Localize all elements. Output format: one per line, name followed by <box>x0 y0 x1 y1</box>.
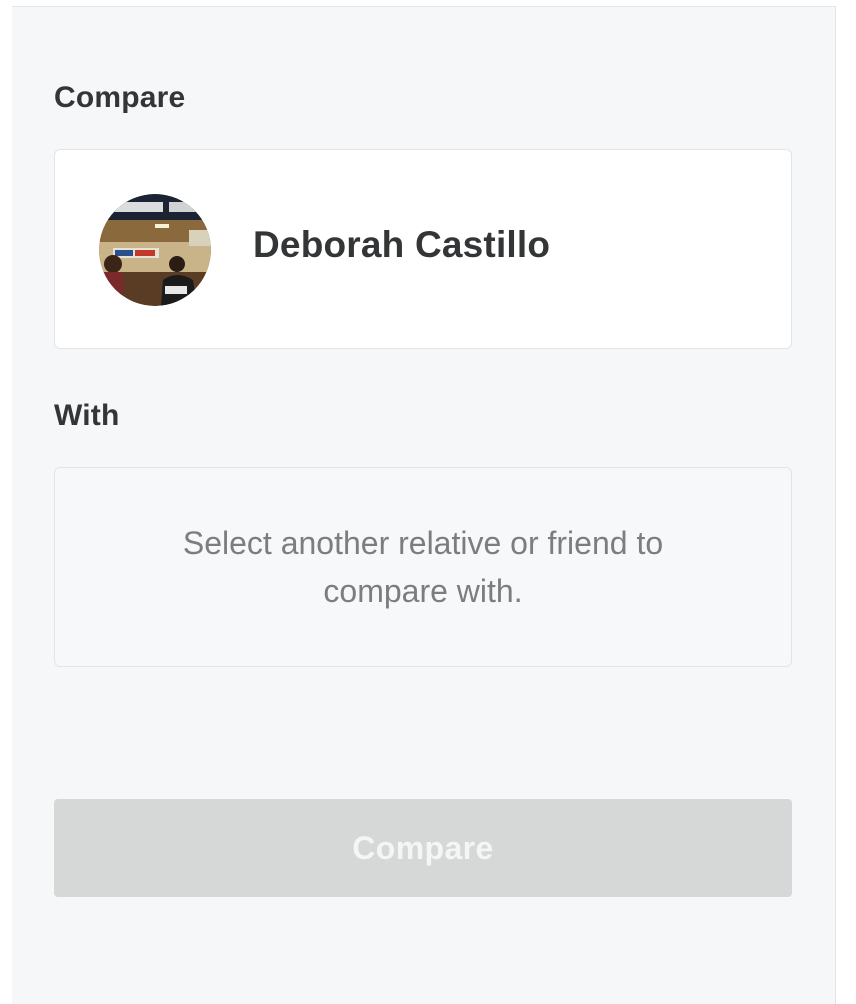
person-photo-avatar-icon <box>99 194 211 306</box>
compare-section-label: Compare <box>54 81 186 114</box>
avatar-photo <box>99 194 211 306</box>
selected-person-card[interactable]: Deborah Castillo <box>54 149 792 349</box>
compare-button[interactable]: Compare <box>54 799 792 897</box>
with-section-label: With <box>54 399 120 432</box>
select-person-placeholder-text: Select another relative or friend to com… <box>182 525 664 609</box>
select-person-placeholder-card[interactable]: Select another relative or friend to com… <box>54 467 792 667</box>
compare-panel: Compare Deborah Castillo With Select ano… <box>12 6 836 1004</box>
selected-person-name: Deborah Castillo <box>253 224 551 265</box>
